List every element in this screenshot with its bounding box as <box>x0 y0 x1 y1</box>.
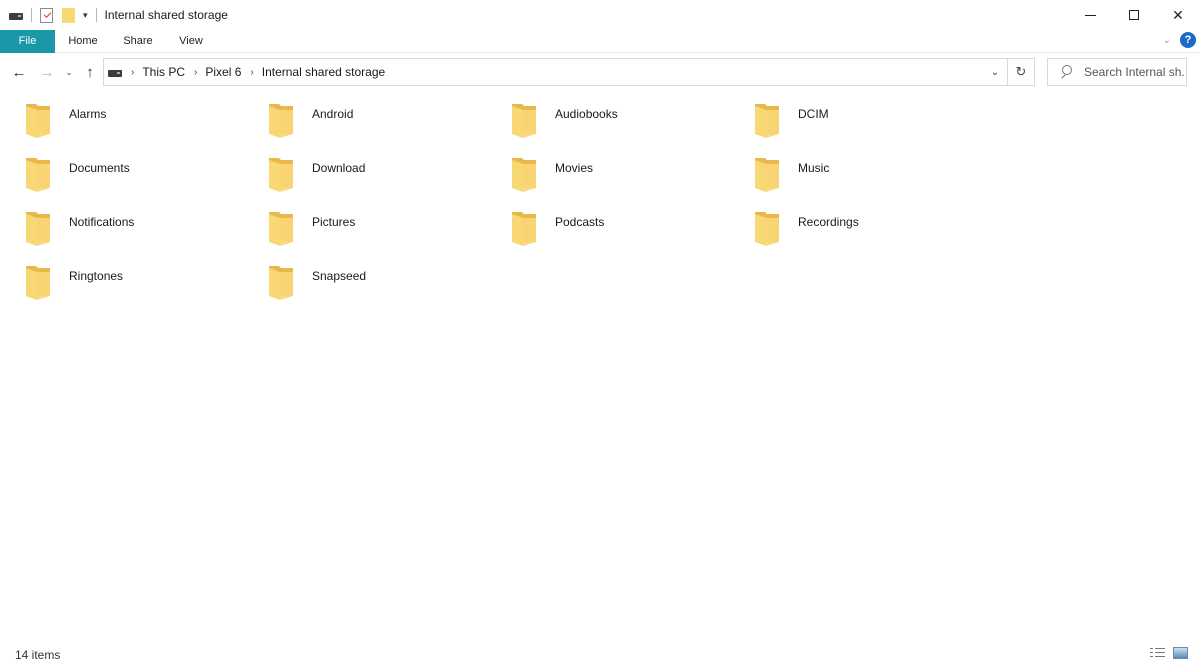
view-toggle <box>1150 647 1188 659</box>
status-bar: 14 items <box>0 643 1200 665</box>
close-button[interactable]: ✕ <box>1156 0 1200 30</box>
divider <box>95 8 97 22</box>
tab-view[interactable]: View <box>168 30 214 53</box>
folder-item[interactable]: Music <box>729 146 959 196</box>
breadcrumb-this-pc[interactable]: This PC <box>142 65 185 79</box>
folder-name: Movies <box>555 161 594 175</box>
folder-name: Music <box>798 161 830 175</box>
refresh-button[interactable]: ↻ <box>1008 58 1035 86</box>
folder-item[interactable]: Notifications <box>0 200 230 250</box>
forward-button[interactable]: → <box>36 57 58 87</box>
folder-item[interactable]: Android <box>243 92 473 142</box>
folder-name: Podcasts <box>555 215 605 229</box>
details-view-icon[interactable] <box>1150 647 1165 659</box>
window-controls: ✕ <box>1068 0 1200 30</box>
up-button[interactable]: ↑ <box>80 57 100 87</box>
divider <box>31 8 32 22</box>
back-button[interactable]: ← <box>8 57 30 87</box>
breadcrumb-separator-icon[interactable]: › <box>194 67 197 78</box>
breadcrumb-internal-shared-storage[interactable]: Internal shared storage <box>262 65 385 79</box>
tab-file[interactable]: File <box>0 30 55 53</box>
folder-name: Download <box>312 161 366 175</box>
folder-icon <box>512 158 536 192</box>
large-icons-view-icon[interactable] <box>1173 647 1188 659</box>
expand-ribbon-chevron-icon[interactable]: ⌄ <box>1163 35 1171 46</box>
folder-name: Audiobooks <box>555 107 618 121</box>
folder-item[interactable]: Documents <box>0 146 230 196</box>
device-icon <box>108 70 122 77</box>
drive-icon[interactable] <box>9 13 23 20</box>
breadcrumb-separator-icon[interactable]: › <box>131 67 134 78</box>
folder-item[interactable]: Ringtones <box>0 254 230 304</box>
minimize-button[interactable] <box>1068 0 1112 30</box>
folder-name: Documents <box>69 161 130 175</box>
maximize-button[interactable] <box>1112 0 1156 30</box>
properties-icon[interactable] <box>40 7 53 23</box>
close-icon: ✕ <box>1172 6 1184 23</box>
folder-icon <box>26 104 50 138</box>
folder-item[interactable]: Podcasts <box>486 200 716 250</box>
folder-item[interactable]: Snapseed <box>243 254 473 304</box>
breadcrumb-separator-icon[interactable]: › <box>250 67 253 78</box>
quick-access-toolbar: ▾ Internal shared storage <box>0 0 228 30</box>
folder-item[interactable]: Recordings <box>729 200 959 250</box>
folder-name: Notifications <box>69 215 135 229</box>
maximize-icon <box>1129 10 1139 20</box>
folder-item[interactable]: Download <box>243 146 473 196</box>
folder-icon <box>26 266 50 300</box>
folder-icon <box>755 212 779 246</box>
address-bar[interactable]: › This PC › Pixel 6 › Internal shared st… <box>103 58 1008 86</box>
folder-icon <box>269 158 293 192</box>
recent-locations-button[interactable]: ⌄ <box>62 57 76 87</box>
folder-icon <box>512 104 536 138</box>
folder-icon <box>512 212 536 246</box>
folder-name: Snapseed <box>312 269 367 283</box>
folder-name: Recordings <box>798 215 859 229</box>
folder-view: Alarms Android Audiobooks DCIM Documents Down… <box>0 92 1200 632</box>
minimize-icon <box>1084 14 1096 16</box>
folder-icon <box>755 104 779 138</box>
search-icon <box>1060 65 1072 79</box>
folder-name: DCIM <box>798 107 829 121</box>
folder-item[interactable]: Audiobooks <box>486 92 716 142</box>
breadcrumb-pixel-6[interactable]: Pixel 6 <box>205 65 241 79</box>
folder-name: Android <box>312 107 354 121</box>
title-bar: ▾ Internal shared storage ✕ <box>0 0 1200 30</box>
folder-icon <box>26 158 50 192</box>
ribbon-right-controls: ⌄ ? <box>1163 32 1196 48</box>
navigation-bar: ← → ⌄ ↑ › This PC › Pixel 6 › Internal s… <box>0 57 1200 87</box>
folder-icon <box>269 212 293 246</box>
item-count: 14 items <box>15 648 61 662</box>
folder-icon <box>755 158 779 192</box>
folder-icon <box>26 212 50 246</box>
folder-icon <box>269 104 293 138</box>
tab-home[interactable]: Home <box>58 30 108 53</box>
folder-name: Ringtones <box>69 269 124 283</box>
folder-item[interactable]: DCIM <box>729 92 959 142</box>
folder-name: Alarms <box>69 107 107 121</box>
search-box[interactable] <box>1047 58 1187 86</box>
new-folder-icon[interactable] <box>62 7 75 23</box>
ribbon: File Home Share View ⌄ ? <box>0 30 1200 53</box>
folder-icon <box>269 266 293 300</box>
folder-item[interactable]: Movies <box>486 146 716 196</box>
search-input[interactable] <box>1084 65 1186 79</box>
address-dropdown-chevron-icon[interactable]: ⌄ <box>983 59 1007 85</box>
customize-toolbar-dropdown[interactable]: ▾ <box>83 10 88 21</box>
tab-share[interactable]: Share <box>115 30 161 53</box>
window-title: Internal shared storage <box>104 8 228 22</box>
folder-item[interactable]: Alarms <box>0 92 230 142</box>
help-icon[interactable]: ? <box>1180 32 1196 48</box>
folder-name: Pictures <box>312 215 356 229</box>
folder-item[interactable]: Pictures <box>243 200 473 250</box>
